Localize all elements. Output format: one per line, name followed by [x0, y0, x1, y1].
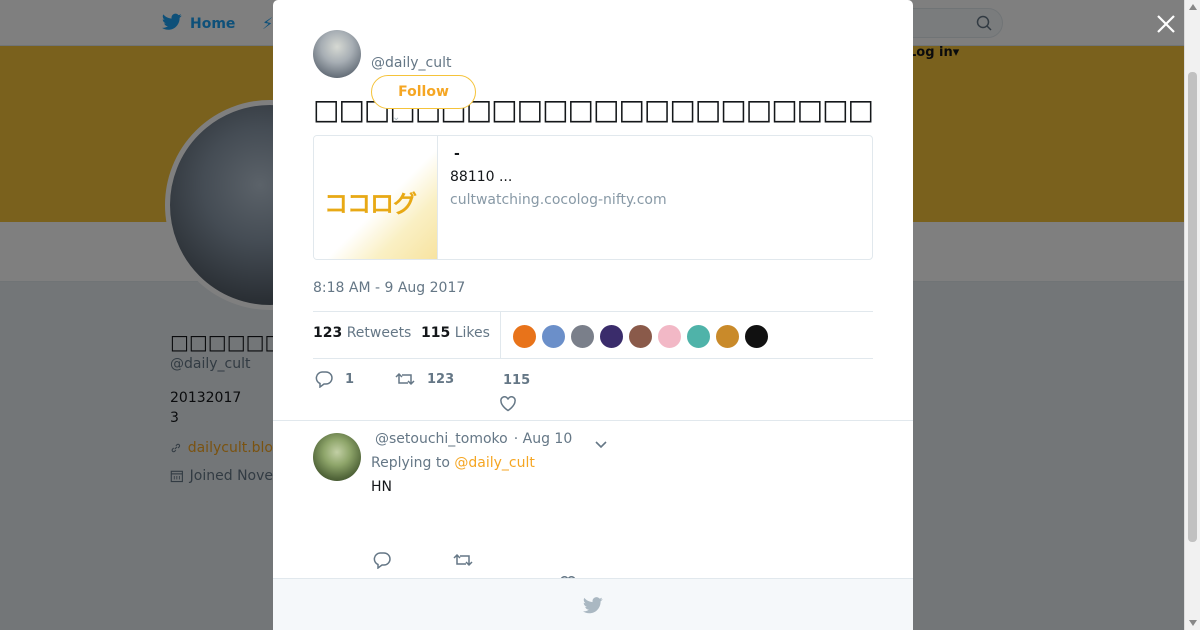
reply-avatar[interactable]: [313, 433, 361, 481]
tweet-modal: @daily_cult □□□□□□□□□□□□□□□□□□□□□□□□□□□□…: [273, 0, 913, 630]
reply-button[interactable]: 1: [315, 370, 354, 388]
retweet-count: 123: [427, 371, 455, 387]
likes-stat[interactable]: 115 Likes: [421, 325, 490, 341]
retweets-stat[interactable]: 123 Retweets: [313, 325, 411, 341]
liker-avatar[interactable]: [628, 324, 653, 349]
reply-tweet[interactable]: @setouchi_tomoko · Aug 10 Replying to @d…: [273, 420, 913, 592]
like-count: 115: [503, 373, 531, 388]
author-avatar[interactable]: [313, 30, 361, 78]
liker-avatar[interactable]: [512, 324, 537, 349]
follow-button[interactable]: Follow: [371, 75, 476, 109]
reply-count: 1: [345, 371, 355, 387]
reply-handle[interactable]: @setouchi_tomoko: [375, 431, 508, 447]
reply-text: HN: [371, 479, 392, 495]
replying-to-link[interactable]: @daily_cult: [454, 455, 534, 471]
tweet-stats: 123 Retweets 115 Likes: [313, 311, 873, 359]
reply-button[interactable]: [373, 551, 391, 573]
card-domain: cultwatching.cocolog-nifty.com: [450, 192, 667, 208]
heart-icon[interactable]: [499, 395, 517, 417]
reply-icon: [373, 552, 391, 570]
liker-avatar[interactable]: [657, 324, 682, 349]
card-thumbnail: ココログ: [314, 136, 438, 259]
reply-header: @setouchi_tomoko · Aug 10: [375, 431, 572, 447]
likes-label: Likes: [454, 325, 490, 341]
chevron-down-icon[interactable]: ⌄: [392, 112, 400, 123]
likes-count: 115: [421, 325, 451, 341]
modal-footer: [273, 578, 913, 630]
retweet-button[interactable]: 123: [395, 370, 454, 388]
retweet-icon: [395, 372, 415, 386]
reply-time[interactable]: · Aug 10: [514, 431, 573, 447]
replying-prefix: Replying to: [371, 455, 450, 471]
liker-avatar[interactable]: [599, 324, 624, 349]
scroll-down-icon[interactable]: [1189, 620, 1197, 626]
stats-divider: [500, 312, 501, 358]
reply-icon: [315, 371, 333, 388]
scroll-up-icon[interactable]: [1189, 4, 1197, 10]
tweet-actions: 1 123 115: [313, 370, 873, 412]
replying-to: Replying to @daily_cult: [371, 455, 535, 471]
retweet-icon: [453, 553, 473, 567]
scrollbar[interactable]: [1184, 0, 1200, 630]
card-logo: ココログ: [324, 190, 417, 218]
liker-avatar[interactable]: [744, 324, 769, 349]
scrollbar-thumb[interactable]: [1188, 72, 1197, 542]
liker-avatar[interactable]: [541, 324, 566, 349]
author-handle[interactable]: @daily_cult: [371, 55, 451, 71]
retweets-count: 123: [313, 325, 343, 341]
link-card[interactable]: ココログ - 88110 ... cultwatching.cocolog-ni…: [313, 135, 873, 260]
tweet-timestamp[interactable]: 8:18 AM - 9 Aug 2017: [313, 280, 465, 296]
chevron-down-icon[interactable]: [594, 435, 608, 454]
retweet-button[interactable]: [453, 551, 473, 573]
liker-avatar[interactable]: [715, 324, 740, 349]
liker-avatar[interactable]: [570, 324, 595, 349]
card-description: 88110 ...: [450, 169, 513, 185]
retweets-label: Retweets: [346, 325, 412, 341]
liker-avatars: [512, 324, 769, 349]
twitter-bird-icon: [583, 597, 603, 618]
card-title: -: [454, 146, 460, 162]
close-icon[interactable]: [1154, 12, 1178, 36]
liker-avatar[interactable]: [686, 324, 711, 349]
